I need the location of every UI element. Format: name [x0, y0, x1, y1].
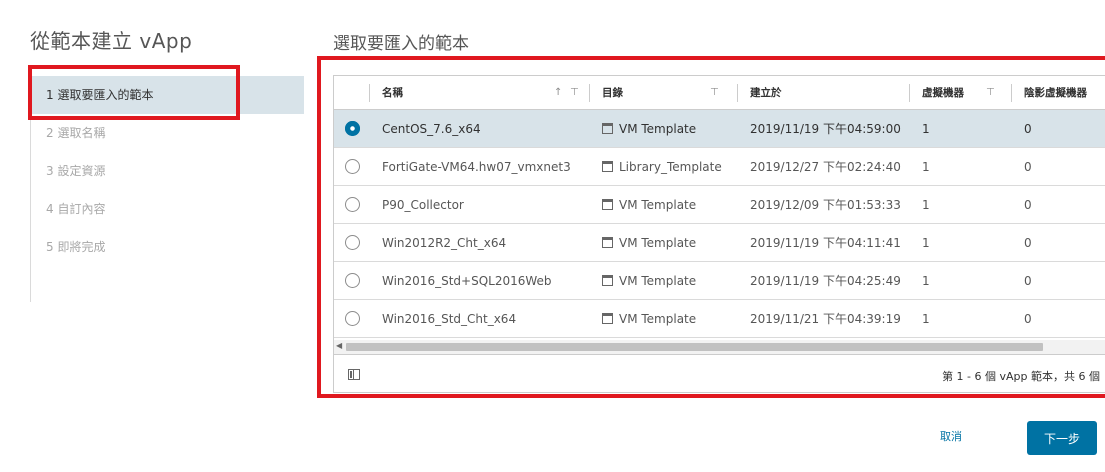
template-icon [602, 313, 613, 324]
radio-button[interactable] [344, 235, 360, 250]
row-shadow-vms: 0 [1024, 197, 1032, 212]
grid-footer: 第 1 - 6 個 vApp 範本，共 6 個 [334, 354, 1105, 392]
row-name: P90_Collector [382, 197, 464, 212]
row-catalog: Library_Template [590, 148, 738, 185]
row-created: 2019/11/19 下午04:11:41 [750, 236, 901, 250]
table-row[interactable]: Win2016_Std+SQL2016Web VM Template 2019/… [334, 262, 1105, 300]
template-icon [602, 199, 613, 210]
row-catalog-label: VM Template [619, 311, 697, 326]
row-created: 2019/11/19 下午04:59:00 [750, 122, 901, 136]
row-radio[interactable] [334, 148, 370, 185]
row-name: CentOS_7.6_x64 [382, 121, 481, 136]
row-radio[interactable] [334, 186, 370, 223]
row-catalog-label: VM Template [619, 197, 697, 212]
next-button[interactable]: 下一步 [1027, 421, 1097, 455]
row-catalog: VM Template [590, 110, 738, 147]
table-row[interactable]: CentOS_7.6_x64 VM Template 2019/11/19 下午… [334, 110, 1105, 148]
radio-button[interactable] [344, 159, 360, 174]
row-radio[interactable] [334, 300, 370, 337]
template-icon [602, 275, 613, 286]
header-name[interactable]: 名稱 ↑ ⊤ [370, 76, 590, 109]
column-toggle-icon[interactable] [348, 369, 360, 380]
row-name: Win2012R2_Cht_x64 [382, 235, 507, 250]
sort-ascending-icon[interactable]: ↑ [554, 87, 562, 98]
row-shadow-vms: 0 [1024, 121, 1032, 136]
table-row[interactable]: Win2012R2_Cht_x64 VM Template 2019/11/19… [334, 224, 1105, 262]
filter-icon[interactable]: ⊤ [986, 87, 995, 98]
row-radio[interactable] [334, 224, 370, 261]
row-name: FortiGate-VM64.hw07_vmxnet3 [382, 159, 571, 174]
row-catalog-label: VM Template [619, 235, 697, 250]
row-radio[interactable] [334, 110, 370, 147]
template-icon [602, 237, 613, 248]
filter-icon[interactable]: ⊤ [710, 87, 719, 98]
template-icon [602, 123, 613, 134]
row-vms: 1 [922, 273, 930, 288]
table-row[interactable]: FortiGate-VM64.hw07_vmxnet3 Library_Temp… [334, 148, 1105, 186]
grid-header: 名稱 ↑ ⊤ 目錄 ⊤ 建立於 虛擬機器 ⊤ 陰影虛擬機器 [334, 76, 1105, 110]
row-created: 2019/12/09 下午01:53:33 [750, 198, 901, 212]
radio-button[interactable] [344, 121, 360, 136]
row-catalog-label: Library_Template [619, 159, 722, 174]
header-catalog-label: 目錄 [602, 87, 623, 99]
step-select-name[interactable]: 2 選取名稱 [31, 114, 304, 152]
row-created: 2019/11/19 下午04:25:49 [750, 274, 901, 288]
header-created-label: 建立於 [750, 87, 782, 99]
row-vms: 1 [922, 197, 930, 212]
horizontal-scrollbar[interactable]: ◀ ▶ [334, 340, 1105, 354]
row-catalog-label: VM Template [619, 121, 697, 136]
step-configure-resources[interactable]: 3 設定資源 [31, 152, 304, 190]
radio-button[interactable] [344, 197, 360, 212]
scroll-left-icon[interactable]: ◀ [336, 341, 342, 350]
radio-button[interactable] [344, 273, 360, 288]
cancel-button[interactable]: 取消 [940, 428, 962, 444]
row-name: Win2016_Std_Cht_x64 [382, 311, 517, 326]
wizard-title: 從範本建立 vApp [30, 29, 193, 53]
scrollbar-thumb[interactable] [346, 343, 1043, 351]
wizard-steps: 1 選取要匯入的範本 2 選取名稱 3 設定資源 4 自訂內容 5 即將完成 [30, 76, 304, 302]
header-catalog[interactable]: 目錄 ⊤ [590, 76, 738, 109]
row-shadow-vms: 0 [1024, 311, 1032, 326]
row-catalog: VM Template [590, 224, 738, 261]
header-vms[interactable]: 虛擬機器 ⊤ [910, 76, 1012, 109]
row-vms: 1 [922, 159, 930, 174]
row-catalog: VM Template [590, 262, 738, 299]
pagination-text: 第 1 - 6 個 vApp 範本，共 6 個 [942, 370, 1100, 383]
header-shadow-vms[interactable]: 陰影虛擬機器 [1012, 76, 1105, 109]
radio-button[interactable] [344, 311, 360, 326]
row-catalog-label: VM Template [619, 273, 697, 288]
filter-icon[interactable]: ⊤ [570, 87, 579, 98]
header-vms-label: 虛擬機器 [922, 87, 964, 99]
step-customize-properties[interactable]: 4 自訂內容 [31, 190, 304, 228]
row-vms: 1 [922, 311, 930, 326]
row-created: 2019/12/27 下午02:24:40 [750, 160, 901, 174]
row-vms: 1 [922, 235, 930, 250]
header-shadow-vms-label: 陰影虛擬機器 [1024, 87, 1087, 99]
row-radio[interactable] [334, 262, 370, 299]
row-catalog: VM Template [590, 300, 738, 337]
table-row[interactable]: Win2016_Std_Cht_x64 VM Template 2019/11/… [334, 300, 1105, 338]
row-catalog: VM Template [590, 186, 738, 223]
header-name-label: 名稱 [382, 87, 403, 99]
row-shadow-vms: 0 [1024, 235, 1032, 250]
step-ready-to-complete[interactable]: 5 即將完成 [31, 228, 304, 266]
row-name: Win2016_Std+SQL2016Web [382, 273, 552, 288]
row-vms: 1 [922, 121, 930, 136]
row-created: 2019/11/21 下午04:39:19 [750, 312, 901, 326]
step-select-template[interactable]: 1 選取要匯入的範本 [31, 76, 304, 114]
header-select-column [334, 76, 370, 109]
header-created[interactable]: 建立於 [738, 76, 910, 109]
row-shadow-vms: 0 [1024, 273, 1032, 288]
page-title: 選取要匯入的範本 [333, 34, 469, 54]
template-icon [602, 161, 613, 172]
template-grid: 名稱 ↑ ⊤ 目錄 ⊤ 建立於 虛擬機器 ⊤ 陰影虛擬機器 CentOS_7.6… [333, 75, 1105, 393]
table-row[interactable]: P90_Collector VM Template 2019/12/09 下午0… [334, 186, 1105, 224]
row-shadow-vms: 0 [1024, 159, 1032, 174]
